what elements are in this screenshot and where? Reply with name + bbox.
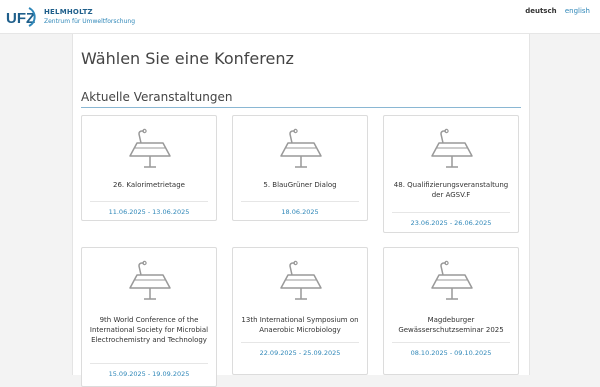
podium-icon [431,260,473,300]
ufz-logo[interactable]: UFZ HELMHOLTZ Zentrum für Umweltforschun… [5,5,135,29]
section-title: Aktuelle Veranstaltungen [81,90,233,104]
end-date: 13.06.2025 [152,208,190,216]
conference-dates: 23.06.2025-26.06.2025 [410,219,492,227]
language-switcher: deutsch english [519,7,590,15]
card-divider [392,212,510,213]
start-date: 11.06.2025 [108,208,146,216]
podium-icon [431,128,473,168]
section-divider [81,107,521,108]
start-date: 23.06.2025 [410,219,448,227]
podium-icon [280,260,322,300]
main-content: Wählen Sie eine Konferenz Aktuelle Veran… [72,34,530,387]
conference-dates: 15.09.2025-19.09.2025 [108,370,190,378]
conference-card[interactable]: 13th International Symposium on Anaerobi… [232,247,368,375]
page-title: Wählen Sie eine Konferenz [81,49,294,68]
ufz-logo-mark: UFZ [6,7,36,27]
card-divider [241,342,359,343]
card-divider [90,201,208,202]
podium-icon [129,128,171,168]
podium-icon [129,260,171,300]
end-date: 26.06.2025 [454,219,492,227]
lang-deutsch-link[interactable]: deutsch [525,7,556,15]
conference-card[interactable]: Magdeburger Gewässerschutzseminar 2025 0… [383,247,519,375]
top-bar: UFZ HELMHOLTZ Zentrum für Umweltforschun… [0,0,600,34]
logo-subtitle: Zentrum für Umweltforschung [44,18,136,25]
conference-dates: 08.10.2025-09.10.2025 [410,349,492,357]
conference-title: 13th International Symposium on Anaerobi… [241,316,359,334]
conference-title: 48. Qualifizierungsveranstaltung der AGS… [393,181,509,199]
end-date: 09.10.2025 [454,349,492,357]
card-divider [241,201,359,202]
end-date: 25.09.2025 [303,349,341,357]
conference-title: 9th World Conference of the Internationa… [89,316,209,344]
conference-title: Magdeburger Gewässerschutzseminar 2025 [398,316,504,334]
conference-card[interactable]: 9th World Conference of the Internationa… [81,247,217,387]
conference-dates: 22.09.2025-25.09.2025 [259,349,341,357]
start-date: 22.09.2025 [259,349,297,357]
card-divider [90,363,208,364]
logo-text: HELMHOLTZ Zentrum für Umweltforschung [44,8,135,26]
conference-title: 5. BlauGrüner Dialog [263,181,337,189]
start-date: 15.09.2025 [108,370,146,378]
start-date: 08.10.2025 [410,349,448,357]
start-date: 18.06.2025 [281,208,319,216]
conference-card[interactable]: 48. Qualifizierungsveranstaltung der AGS… [383,115,519,233]
conference-card[interactable]: 5. BlauGrüner Dialog 18.06.2025 [232,115,368,221]
podium-icon [280,128,322,168]
card-divider [392,342,510,343]
lang-english-link[interactable]: english [565,7,590,15]
conference-card[interactable]: 26. Kalorimetrietage 11.06.2025-13.06.20… [81,115,217,221]
logo-helmholtz: HELMHOLTZ [44,8,93,16]
conference-dates: 11.06.2025-13.06.2025 [108,208,190,216]
conference-dates: 18.06.2025 [233,208,367,216]
end-date: 19.09.2025 [152,370,190,378]
conference-title: 26. Kalorimetrietage [113,181,185,189]
